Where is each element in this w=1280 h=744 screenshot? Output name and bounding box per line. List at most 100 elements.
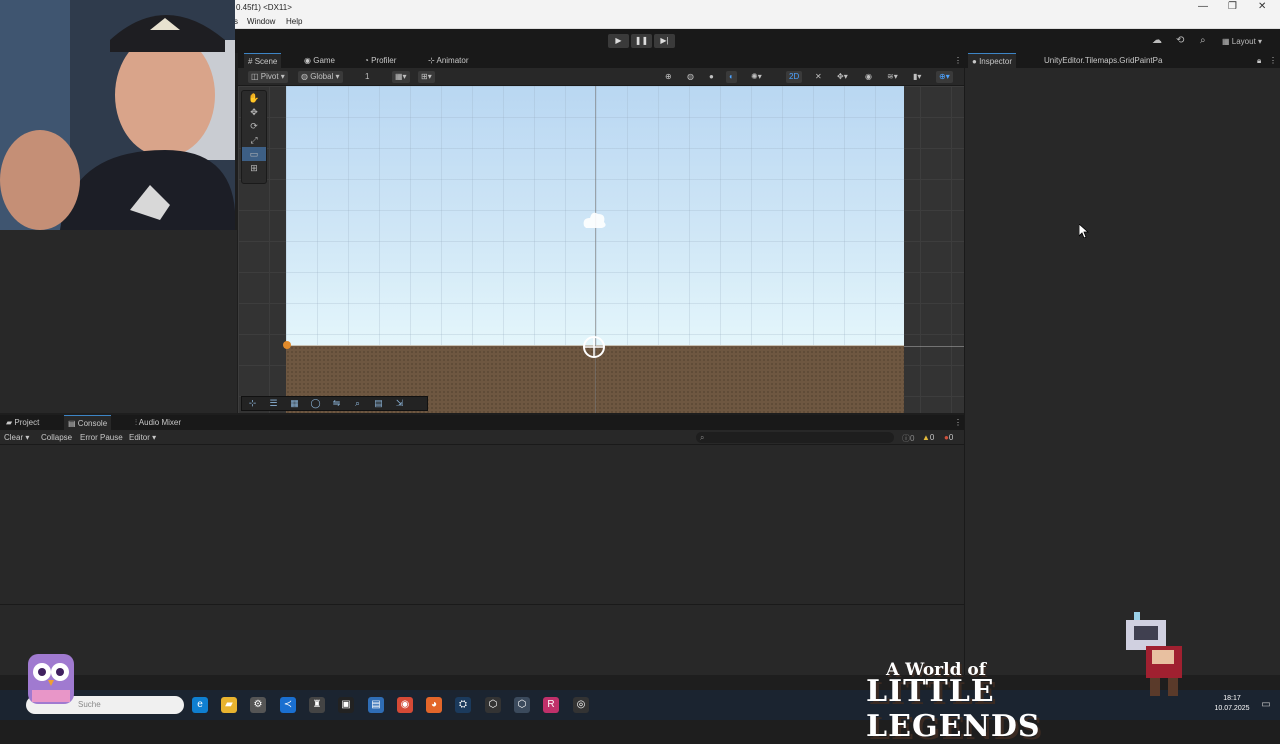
rotate-tool-icon[interactable]: ⟳: [242, 119, 266, 133]
editor-label: Editor: [129, 433, 150, 442]
collapse-button[interactable]: Collapse: [37, 432, 76, 443]
owl-mascot-image: [28, 654, 74, 704]
cloud-icon[interactable]: ☁: [1152, 35, 1162, 46]
app-icon[interactable]: ⚙: [250, 697, 266, 713]
rider-icon[interactable]: R: [543, 697, 559, 713]
pivot-marker-icon[interactable]: [282, 340, 292, 350]
terminal-icon[interactable]: ▣: [338, 697, 354, 713]
transform-tool-icon[interactable]: ⊞: [242, 161, 266, 175]
close-icon[interactable]: ✕: [1258, 1, 1266, 12]
increment-snap-icon[interactable]: ⊞▾: [418, 71, 435, 83]
search-icon: ⌕: [700, 433, 705, 442]
view-tool-icon[interactable]: ✋: [242, 91, 266, 105]
camera-gizmo-icon[interactable]: [578, 208, 610, 234]
chrome-icon[interactable]: ◉: [397, 697, 413, 713]
play-button[interactable]: ▶: [608, 34, 629, 48]
shaded-icon[interactable]: ●: [706, 71, 717, 83]
search-icon[interactable]: ⌕: [1200, 35, 1206, 46]
tab-audio-mixer[interactable]: ⫶ Audio Mixer: [131, 417, 185, 429]
error-count: 0: [948, 433, 954, 442]
tab-inspector[interactable]: ● Inspector: [968, 53, 1016, 68]
tab-label: Audio Mixer: [138, 418, 182, 427]
steam-icon[interactable]: ⛭: [455, 697, 471, 713]
menu-item-window[interactable]: Window: [247, 17, 275, 26]
tab-project[interactable]: ▰ Project: [2, 417, 43, 428]
layout-dropdown[interactable]: ▦ Layout ▾: [1222, 37, 1262, 46]
camera-icon[interactable]: ▮▾: [910, 71, 924, 83]
move-tool-icon[interactable]: ✥: [242, 105, 266, 119]
scene-view[interactable]: ✋ ✥ ⟳ ⤢ ▭ ⊞ ⊹ ☰ ▦ ◯ ⇋ ⌕ ▤ ⇲: [238, 86, 964, 413]
lock-icon[interactable]: 🔒︎: [1253, 55, 1265, 67]
render-mode-icon[interactable]: ◐: [726, 71, 737, 83]
console-tab-bar: ▰ Project ▤ Console ⫶ Audio Mixer ⋮: [0, 415, 964, 430]
system-clock[interactable]: 18:17 10.07.2025: [1208, 694, 1256, 714]
console-divider[interactable]: [0, 604, 964, 605]
menu-item-help[interactable]: Help: [286, 17, 302, 26]
torch-app-icon[interactable]: ♜: [309, 697, 325, 713]
unity-editor-icon[interactable]: ⬡: [514, 697, 530, 713]
editor-dropdown[interactable]: Editor ▾: [125, 432, 160, 443]
rect-tool-icon[interactable]: ▭: [242, 147, 266, 161]
tab-profiler[interactable]: ◔ Profiler: [360, 55, 400, 66]
scale-tool-icon[interactable]: ⤢: [242, 133, 266, 147]
hierarchy-panel: [0, 230, 237, 413]
visual-studio-code-icon[interactable]: ≺: [280, 697, 296, 713]
transform-gizmo-icon[interactable]: [581, 334, 607, 360]
info-count-toggle[interactable]: ⓘ0: [898, 432, 918, 445]
console-search-input[interactable]: ⌕: [696, 432, 894, 443]
grid-count[interactable]: 1: [362, 71, 372, 83]
tab-console[interactable]: ▤ Console: [64, 415, 112, 430]
console-toolbar: Clear ▾ Collapse Error Pause Editor ▾ ⌕ …: [0, 430, 964, 445]
streamer-image: [0, 0, 235, 230]
pick-tile-icon[interactable]: ⌕: [347, 397, 368, 410]
step-button[interactable]: ▶|: [654, 34, 675, 48]
move-tile-icon[interactable]: ☰: [263, 397, 284, 410]
tile-palette-toolbar: ⊹ ☰ ▦ ◯ ⇋ ⌕ ▤ ⇲: [241, 396, 428, 411]
clock-time: 18:17: [1223, 695, 1241, 702]
erase-tile-icon[interactable]: ▤: [368, 397, 389, 410]
history-icon[interactable]: ⟲: [1176, 35, 1184, 46]
tab-scene[interactable]: # Scene: [244, 53, 282, 68]
maximize-icon[interactable]: ❐: [1228, 1, 1237, 12]
error-pause-button[interactable]: Error Pause: [76, 432, 127, 443]
gizmos-icon[interactable]: ⊕▾: [936, 71, 953, 83]
warning-count-toggle[interactable]: ▲0: [918, 432, 938, 443]
select-tile-icon[interactable]: ⊹: [242, 397, 263, 410]
unity-hub-icon[interactable]: ⬡: [485, 697, 501, 713]
clear-dropdown[interactable]: Clear ▾: [0, 432, 33, 443]
tab-game[interactable]: ◉ Game: [300, 55, 339, 66]
tab-grid-paint-palette[interactable]: UnityEditor.Tilemaps.GridPaintPa: [1040, 55, 1166, 66]
global-dropdown[interactable]: ◍ Global ▾: [298, 71, 343, 83]
paint-tile-icon[interactable]: ▦: [284, 397, 305, 410]
horizon-line: [904, 346, 964, 347]
tab-animator[interactable]: ⊹ Animator: [424, 55, 473, 66]
pivot-dropdown[interactable]: ◫ Pivot ▾: [248, 71, 288, 83]
minimize-icon[interactable]: —: [1198, 1, 1208, 12]
lighting-icon[interactable]: ✺▾: [748, 71, 765, 83]
fill-tile-icon[interactable]: ⇲: [389, 397, 410, 410]
wireframe-icon[interactable]: ◍: [684, 71, 697, 83]
notepad-icon[interactable]: ▤: [368, 697, 384, 713]
grid-icon: #: [248, 57, 253, 66]
notification-icon[interactable]: ▭: [1258, 697, 1274, 713]
console-log-area[interactable]: [0, 445, 964, 675]
error-count-toggle[interactable]: ●0: [940, 432, 957, 443]
visibility-icon[interactable]: ◉: [862, 71, 875, 83]
edge-icon[interactable]: e: [192, 697, 208, 713]
flip-tile-icon[interactable]: ⇋: [326, 397, 347, 410]
pause-button[interactable]: ❚❚: [631, 34, 652, 48]
obs-icon[interactable]: ◎: [573, 697, 589, 713]
gizmo-orient-icon[interactable]: ⊕: [662, 71, 675, 83]
mode-2d-toggle[interactable]: 2D: [786, 71, 803, 83]
file-explorer-icon[interactable]: ▰: [221, 697, 237, 713]
mouse-cursor-icon: [1079, 224, 1089, 238]
snap-grid-icon[interactable]: ▦▾: [392, 71, 410, 83]
more-options-icon[interactable]: ⋮: [1265, 55, 1280, 66]
effects-icon[interactable]: ✥▾: [834, 71, 851, 83]
firefox-icon[interactable]: ◕: [426, 697, 442, 713]
layers-icon[interactable]: ≋▾: [884, 71, 901, 83]
audio-toggle-icon[interactable]: ✕: [812, 71, 825, 83]
more-options-icon[interactable]: ⋮: [950, 417, 966, 428]
warning-count: 0: [929, 433, 935, 442]
rotate-tile-icon[interactable]: ◯: [305, 397, 326, 410]
